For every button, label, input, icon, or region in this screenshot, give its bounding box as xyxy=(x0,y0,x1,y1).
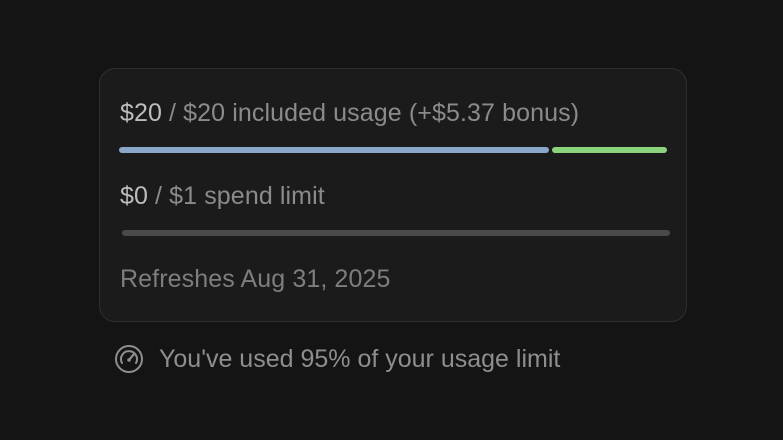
included-usage-used-bar xyxy=(119,147,549,153)
spend-limit-progress xyxy=(122,230,670,236)
usage-limit-message: You've used 95% of your usage limit xyxy=(159,345,561,373)
included-usage-label: / $20 included usage (+$5.37 bonus) xyxy=(162,99,580,127)
usage-limit-notice: You've used 95% of your usage limit xyxy=(113,342,560,376)
usage-card: $20 / $20 included usage (+$5.37 bonus) … xyxy=(99,68,687,322)
spend-limit-summary: $0 / $1 spend limit xyxy=(120,181,325,211)
spend-used-amount: $0 xyxy=(120,182,149,210)
included-usage-progress xyxy=(119,147,667,153)
spend-limit-label: / $1 spend limit xyxy=(148,182,325,210)
included-used-amount: $20 xyxy=(120,99,163,127)
gauge-icon xyxy=(115,345,143,373)
included-usage-summary: $20 / $20 included usage (+$5.37 bonus) xyxy=(120,98,579,128)
refresh-date: Refreshes Aug 31, 2025 xyxy=(120,265,391,293)
included-usage-bonus-bar xyxy=(552,147,667,153)
